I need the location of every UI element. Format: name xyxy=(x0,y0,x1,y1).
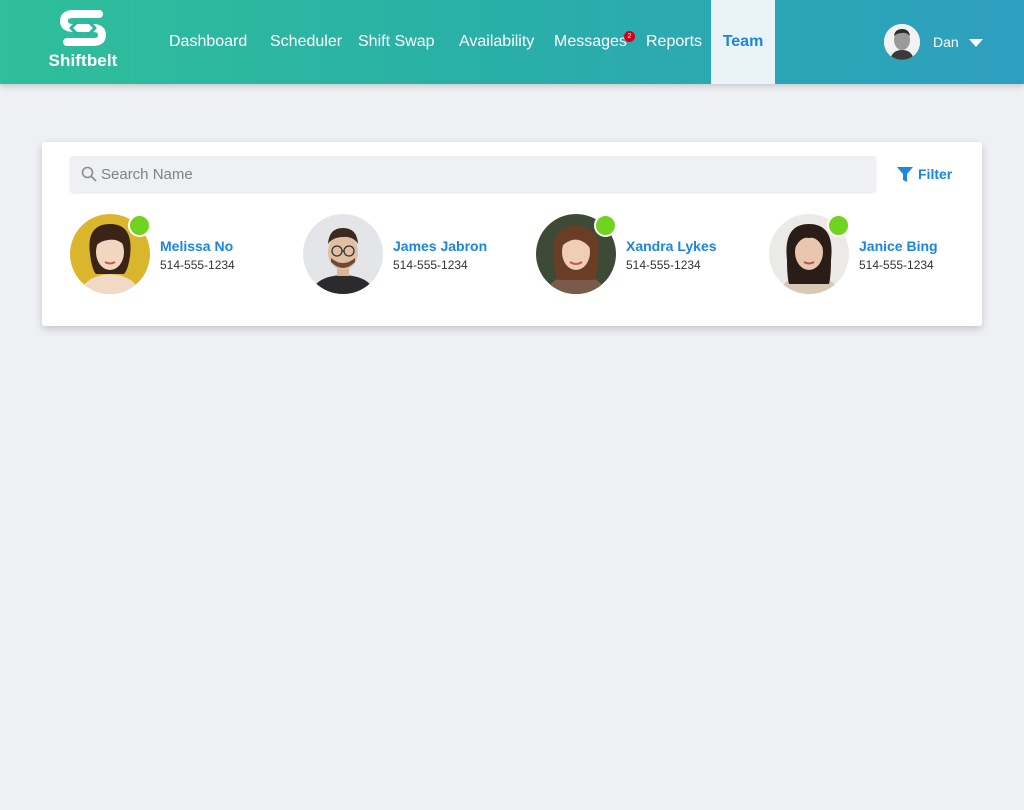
nav-messages[interactable]: Messages xyxy=(554,0,627,84)
member-phone: 514-555-1234 xyxy=(859,258,934,272)
member-phone: 514-555-1234 xyxy=(626,258,701,272)
member-name: James Jabron xyxy=(393,238,488,254)
nav-dashboard[interactable]: Dashboard xyxy=(169,0,247,84)
member-name: Melissa No xyxy=(160,238,234,254)
shiftbelt-logo-icon xyxy=(60,10,106,46)
nav-shift-swap[interactable]: Shift Swap xyxy=(358,0,434,84)
app-name: Shiftbelt xyxy=(48,51,118,70)
user-menu[interactable]: Dan xyxy=(884,24,984,60)
member-name: Janice Bing xyxy=(859,238,938,254)
team-member-card[interactable]: Xandra Lykes 514-555-1234 xyxy=(536,214,756,296)
nav-reports[interactable]: Reports xyxy=(646,0,702,84)
app-logo[interactable]: Shiftbelt xyxy=(40,8,126,74)
team-member-card[interactable]: Janice Bing 514-555-1234 xyxy=(769,214,989,296)
nav-scheduler[interactable]: Scheduler xyxy=(270,0,342,84)
messages-unread-badge: 2 xyxy=(624,31,635,42)
nav-team[interactable]: Team xyxy=(711,0,775,84)
team-member-card[interactable]: Melissa No 514-555-1234 xyxy=(70,214,290,296)
member-phone: 514-555-1234 xyxy=(393,258,468,272)
user-avatar xyxy=(884,24,920,60)
team-card: Filter Melissa No 514-555-1234 xyxy=(42,142,982,326)
member-name: Xandra Lykes xyxy=(626,238,717,254)
member-phone: 514-555-1234 xyxy=(160,258,235,272)
nav-availability[interactable]: Availability xyxy=(459,0,534,84)
search-input[interactable] xyxy=(101,156,871,192)
member-avatar xyxy=(303,214,383,294)
online-status-indicator xyxy=(594,214,617,237)
online-status-indicator xyxy=(827,214,850,237)
search-bar xyxy=(70,156,876,192)
filter-label: Filter xyxy=(918,166,953,182)
top-nav-bar: Shiftbelt Dashboard Scheduler Shift Swap… xyxy=(0,0,1024,84)
search-icon xyxy=(81,166,97,182)
user-name: Dan xyxy=(933,34,959,50)
online-status-indicator xyxy=(128,214,151,237)
filter-icon xyxy=(897,167,913,182)
caret-down-icon[interactable] xyxy=(969,39,983,47)
team-member-card[interactable]: James Jabron 514-555-1234 xyxy=(303,214,523,296)
